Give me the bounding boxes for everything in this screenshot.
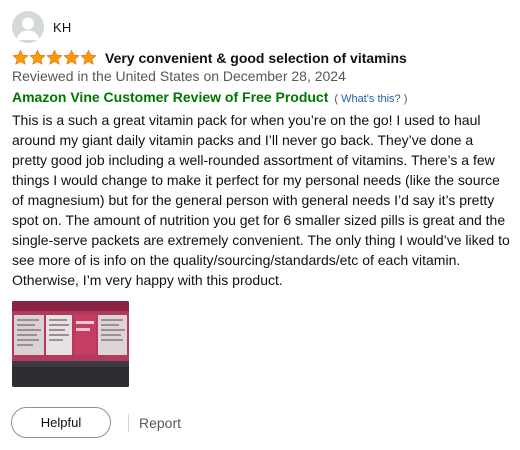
report-link[interactable]: Report xyxy=(139,415,181,431)
review-image xyxy=(12,301,129,387)
star-filled-icon xyxy=(29,49,46,65)
star-filled-icon xyxy=(63,49,80,65)
star-filled-icon xyxy=(80,49,97,65)
star-filled-icon xyxy=(46,49,63,65)
review-title[interactable]: Very convenient & good selection of vita… xyxy=(105,50,407,66)
review-title-row: Very convenient & good selection of vita… xyxy=(12,49,407,66)
whats-this-close-paren: ) xyxy=(400,93,408,105)
whats-this-container: ( What's this? ) xyxy=(334,93,407,105)
star-filled-icon xyxy=(12,49,29,65)
vine-label: Amazon Vine Customer Review of Free Prod… xyxy=(12,89,329,105)
reviewer-name: KH xyxy=(53,19,72,35)
avatar-icon xyxy=(12,11,44,43)
whats-this-link[interactable]: What's this? xyxy=(341,93,401,105)
default-person-avatar-icon xyxy=(12,11,44,43)
review-actions: Helpful Report xyxy=(11,407,181,438)
star-rating xyxy=(12,49,97,66)
reviewer-profile[interactable]: KH xyxy=(12,11,71,43)
review-image-thumbnail[interactable] xyxy=(12,301,129,387)
helpful-button[interactable]: Helpful xyxy=(11,407,111,438)
customer-review: KH Very convenient & good selection of v… xyxy=(0,0,520,450)
vine-badge-row: Amazon Vine Customer Review of Free Prod… xyxy=(12,89,407,105)
review-date: Reviewed in the United States on Decembe… xyxy=(12,68,346,84)
review-body: This is a such a great vitamin pack for … xyxy=(12,112,510,288)
action-divider xyxy=(128,413,129,432)
